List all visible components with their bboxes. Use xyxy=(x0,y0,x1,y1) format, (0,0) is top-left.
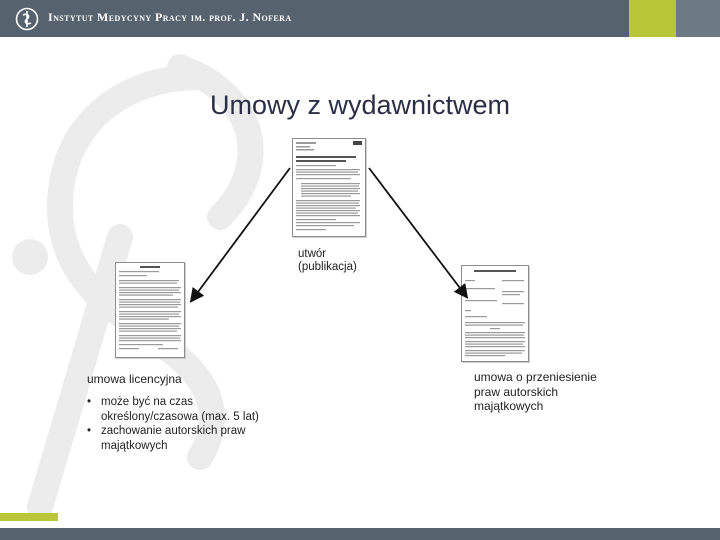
bullet-text: zachowanie autorskich praw majątkowych xyxy=(101,425,246,452)
slide-title: Umowy z wydawnictwem xyxy=(209,90,511,120)
label-license-agreement: umowa licencyjna xyxy=(87,372,182,386)
footer-accent-green xyxy=(0,513,58,521)
document-thumbnail-license xyxy=(115,262,185,358)
label-publication: utwór (publikacja) xyxy=(298,248,357,273)
document-thumbnail-publication xyxy=(292,138,366,237)
label-transfer-agreement: umowa o przeniesienie praw autorskich ma… xyxy=(474,370,597,413)
bullet-icon: • xyxy=(87,425,92,437)
bullet-icon: • xyxy=(87,396,92,408)
document-thumbnail-transfer xyxy=(461,265,529,362)
list-item: • może być na czas określony/czasowa (max… xyxy=(87,395,262,424)
institution-name: Instytut Medycyny Pracy im. prof. J. Nof… xyxy=(48,10,292,24)
bullet-text: może być na czas określony/czasowa (max.… xyxy=(101,396,259,423)
footer-bar xyxy=(0,528,720,540)
header-accent-gray xyxy=(676,0,720,37)
arrow-to-transfer xyxy=(368,167,469,299)
institute-logo-icon xyxy=(15,7,39,31)
header-accent-green xyxy=(629,0,676,37)
list-item: • zachowanie autorskich praw majątkowych xyxy=(87,424,262,453)
license-bullet-list: • może być na czas określony/czasowa (max… xyxy=(87,395,262,453)
